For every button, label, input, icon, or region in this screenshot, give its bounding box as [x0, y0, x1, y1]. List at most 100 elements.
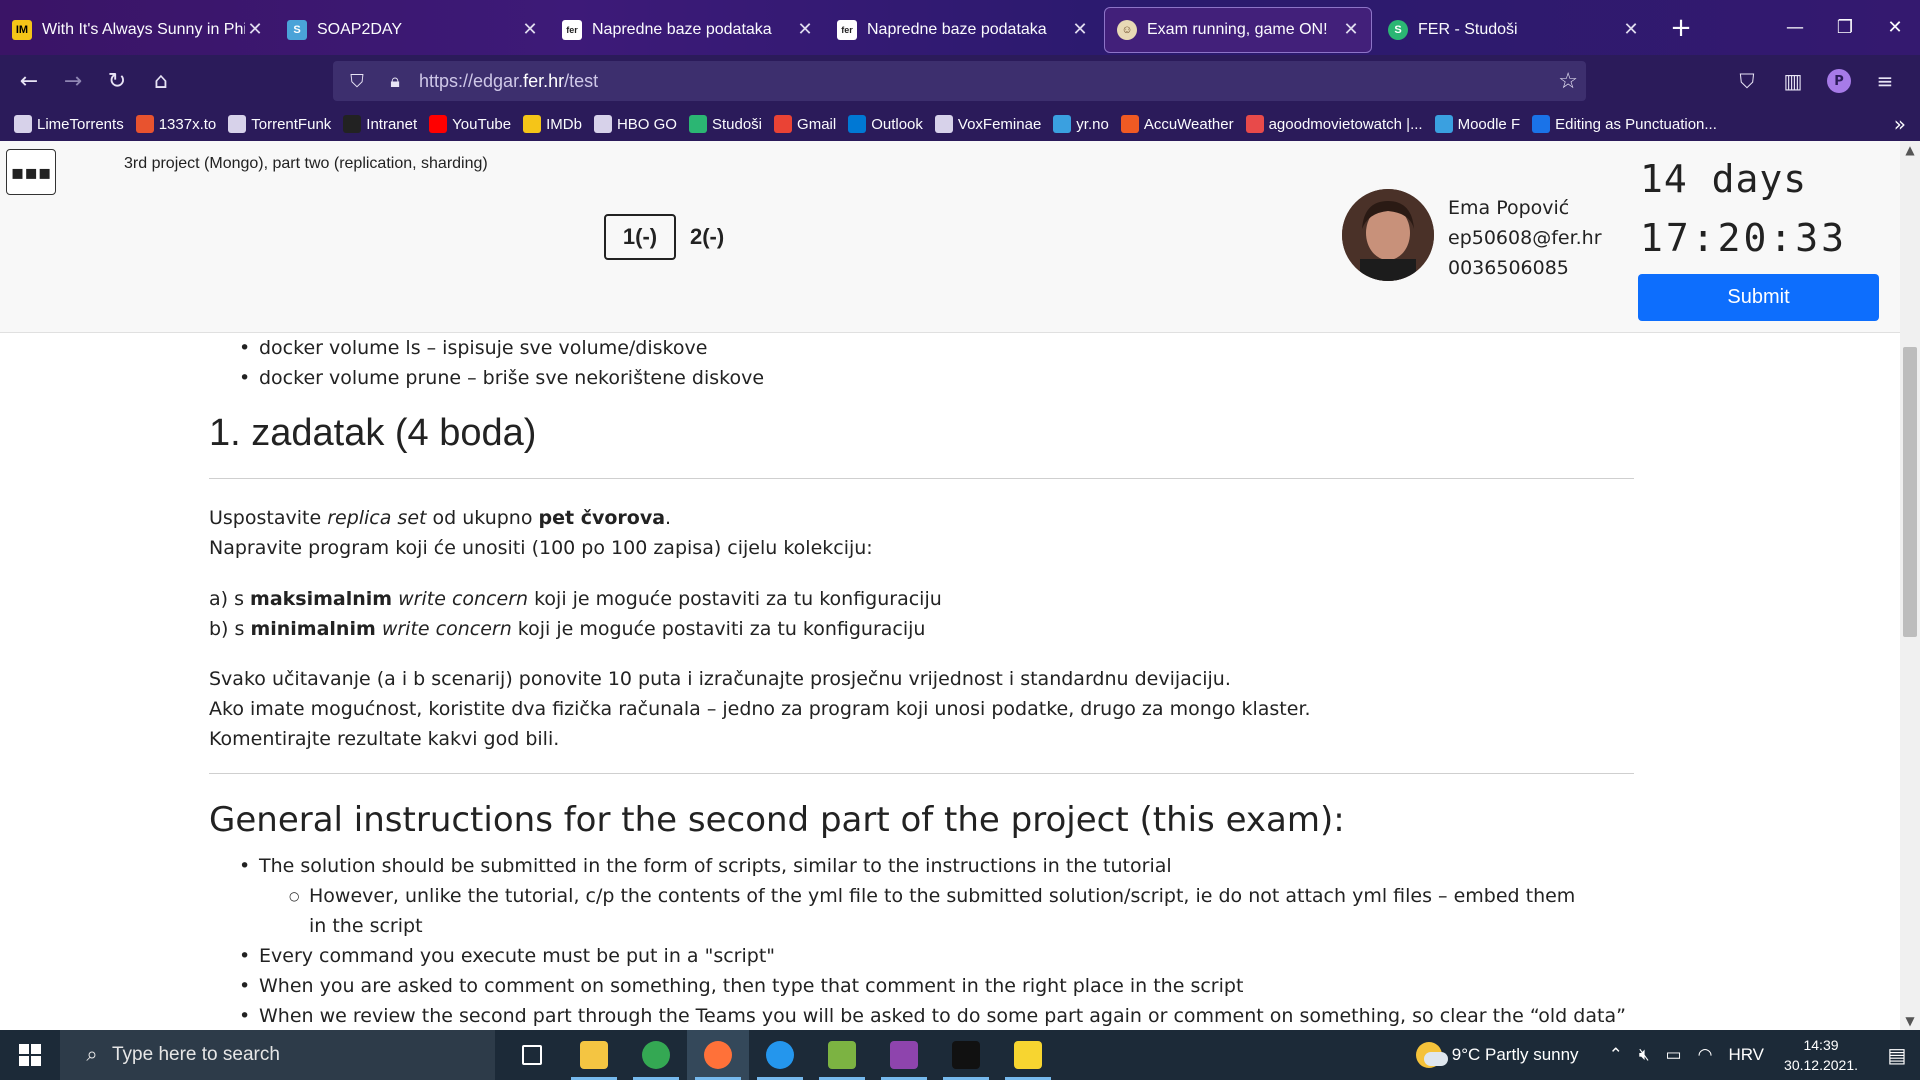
bookmark-label: LimeTorrents [37, 115, 124, 133]
new-tab-button[interactable]: + [1661, 13, 1701, 43]
timer-clock: 17:20:33 [1640, 216, 1848, 260]
back-icon[interactable]: ← [8, 60, 50, 102]
weather-widget[interactable]: 9°C Partly sunny [1415, 1042, 1579, 1068]
battery-icon[interactable]: ▭ [1666, 1045, 1682, 1065]
start-button[interactable] [0, 1030, 60, 1080]
minimize-icon[interactable]: — [1770, 0, 1820, 55]
taskbar-app[interactable] [687, 1030, 749, 1080]
chevron-up-icon[interactable]: ⌃ [1609, 1045, 1623, 1065]
question-2-button[interactable]: 2(-) [676, 214, 738, 260]
lock-icon[interactable]: 🔒︎ [381, 71, 409, 92]
imdb-icon: IM [12, 19, 32, 40]
close-icon[interactable]: ✕ [1341, 19, 1361, 40]
close-window-icon[interactable]: ✕ [1870, 0, 1920, 55]
scroll-up-icon[interactable]: ▲ [1900, 143, 1920, 157]
bookmark-item[interactable]: Studoši [688, 115, 762, 133]
bookmark-item[interactable]: IMDb [523, 115, 582, 133]
taskbar-app[interactable] [563, 1030, 625, 1080]
scroll-down-icon[interactable]: ▼ [1900, 1014, 1920, 1028]
list-item: When we review the second part through t… [209, 1001, 1634, 1030]
moodle-icon [1434, 115, 1453, 133]
taskbar-search[interactable]: ⌕ Type here to search [60, 1030, 495, 1080]
bookmark-star-icon[interactable]: ☆ [1558, 68, 1578, 94]
submit-button[interactable]: Submit [1638, 274, 1879, 321]
bookmark-label: AccuWeather [1143, 115, 1234, 133]
vertical-scrollbar[interactable]: ▲ ▼ [1900, 141, 1920, 1030]
home-icon[interactable]: ⌂ [140, 60, 182, 102]
notifications-icon[interactable]: ▤ [1874, 1043, 1920, 1068]
taskbar-app[interactable] [935, 1030, 997, 1080]
browser-tab[interactable]: S SOAP2DAY ✕ [275, 7, 550, 53]
browser-tab[interactable]: fer Napredne baze podataka ✕ [550, 7, 825, 53]
bookmark-item[interactable]: Moodle F [1434, 115, 1521, 133]
bookmark-item[interactable]: Editing as Punctuation... [1532, 115, 1717, 133]
browser-tab[interactable]: IM With It's Always Sunny in Philad ✕ [0, 7, 275, 53]
torrentfunk-icon [228, 115, 247, 133]
hamburger-menu-icon[interactable]: ≡ [1862, 61, 1908, 101]
url-text[interactable]: https://edgar.fer.hr/test [419, 71, 598, 92]
question-1-button[interactable]: 1(-) [604, 214, 676, 260]
language-indicator[interactable]: HRV [1728, 1045, 1764, 1065]
wifi-icon[interactable]: ◠ [1698, 1045, 1713, 1065]
close-icon[interactable]: ✕ [795, 19, 815, 40]
bookmark-label: TorrentFunk [251, 115, 332, 133]
close-icon[interactable]: ✕ [1621, 19, 1641, 40]
bookmark-item[interactable]: yr.no [1053, 115, 1109, 133]
task-paragraph: Uspostavite replica set od ukupno pet čv… [209, 507, 672, 529]
system-tray: 9°C Partly sunny ⌃ 🔇︎ ▭ ◠ HRV 14:39 30.1… [1415, 1030, 1920, 1080]
browser-tab[interactable]: fer Napredne baze podataka ✕ [825, 7, 1100, 53]
browser-tab-active[interactable]: ☺ Exam running, game ON! ✕ [1104, 6, 1372, 53]
sub-list-item: However, unlike the tutorial, c/p the co… [209, 881, 1634, 941]
scrollbar-thumb[interactable] [1903, 347, 1917, 637]
taskbar-app[interactable] [625, 1030, 687, 1080]
user-email: ep50608@fer.hr [1448, 227, 1602, 249]
task-paragraph: Svako učitavanje (a i b scenarij) ponovi… [209, 668, 1231, 690]
bookmark-item[interactable]: Gmail [774, 115, 836, 133]
clock-time: 14:39 [1803, 1037, 1839, 1053]
more-bookmarks-icon[interactable]: » [1894, 112, 1906, 136]
apps-grid-button[interactable]: ▪▪▪ [6, 149, 56, 195]
bookmark-item[interactable]: HBO GO [593, 115, 677, 133]
bookmark-item[interactable]: LimeTorrents [14, 115, 124, 133]
sidebar-icon[interactable]: ▥ [1770, 61, 1816, 101]
browser-tab[interactable]: S FER - Studoši ✕ [1376, 7, 1651, 53]
user-info: Ema Popović ep50608@fer.hr 0036506085 [1448, 193, 1602, 283]
firefox-icon [704, 1041, 732, 1069]
partly-sunny-icon [1415, 1042, 1448, 1068]
grid-icon: ▪▪▪ [10, 160, 52, 184]
reload-icon[interactable]: ↻ [96, 60, 138, 102]
bookmark-item[interactable]: YouTube [429, 115, 511, 133]
taskbar-app[interactable] [873, 1030, 935, 1080]
taskbar-clock[interactable]: 14:39 30.12.2021. [1784, 1035, 1858, 1075]
close-icon[interactable]: ✕ [1070, 19, 1090, 40]
close-icon[interactable]: ✕ [520, 19, 540, 40]
shield-icon[interactable]: ⛉ [343, 71, 371, 92]
winrar-icon [890, 1041, 918, 1069]
bookmark-item[interactable]: Intranet [343, 115, 417, 133]
taskbar-app[interactable] [749, 1030, 811, 1080]
restore-icon[interactable]: ❐ [1820, 0, 1870, 55]
bookmark-item[interactable]: TorrentFunk [228, 115, 331, 133]
close-icon[interactable]: ✕ [245, 19, 265, 40]
taskbar-app[interactable] [501, 1030, 563, 1080]
clock-date: 30.12.2021. [1784, 1057, 1858, 1073]
sticky-notes-icon [1014, 1041, 1042, 1069]
bookmark-item[interactable]: VoxFeminae [934, 115, 1041, 133]
bookmark-item[interactable]: agoodmovietowatch |... [1245, 115, 1423, 133]
pocket-icon[interactable]: ⛉ [1724, 61, 1770, 101]
bookmark-label: Moodle F [1457, 115, 1521, 133]
volume-muted-icon[interactable]: 🔇︎ [1639, 1045, 1650, 1065]
tab-title: FER - Studoši [1418, 20, 1518, 38]
forward-icon[interactable]: → [52, 60, 94, 102]
address-bar[interactable]: ⛉ 🔒︎ https://edgar.fer.hr/test ☆ [333, 61, 1586, 101]
task-view-icon [522, 1045, 542, 1065]
list-item: When you are asked to comment on somethi… [209, 971, 1634, 1001]
bookmark-item[interactable]: 1337x.to [135, 115, 216, 133]
account-avatar-icon[interactable]: P [1827, 69, 1851, 93]
taskbar-app[interactable] [811, 1030, 873, 1080]
user-avatar [1342, 189, 1434, 281]
bookmark-item[interactable]: AccuWeather [1120, 115, 1234, 133]
bookmark-item[interactable]: Outlook [848, 115, 923, 133]
taskbar-app[interactable] [997, 1030, 1059, 1080]
option-b: b) s minimalnim write concern koji je mo… [209, 618, 926, 640]
